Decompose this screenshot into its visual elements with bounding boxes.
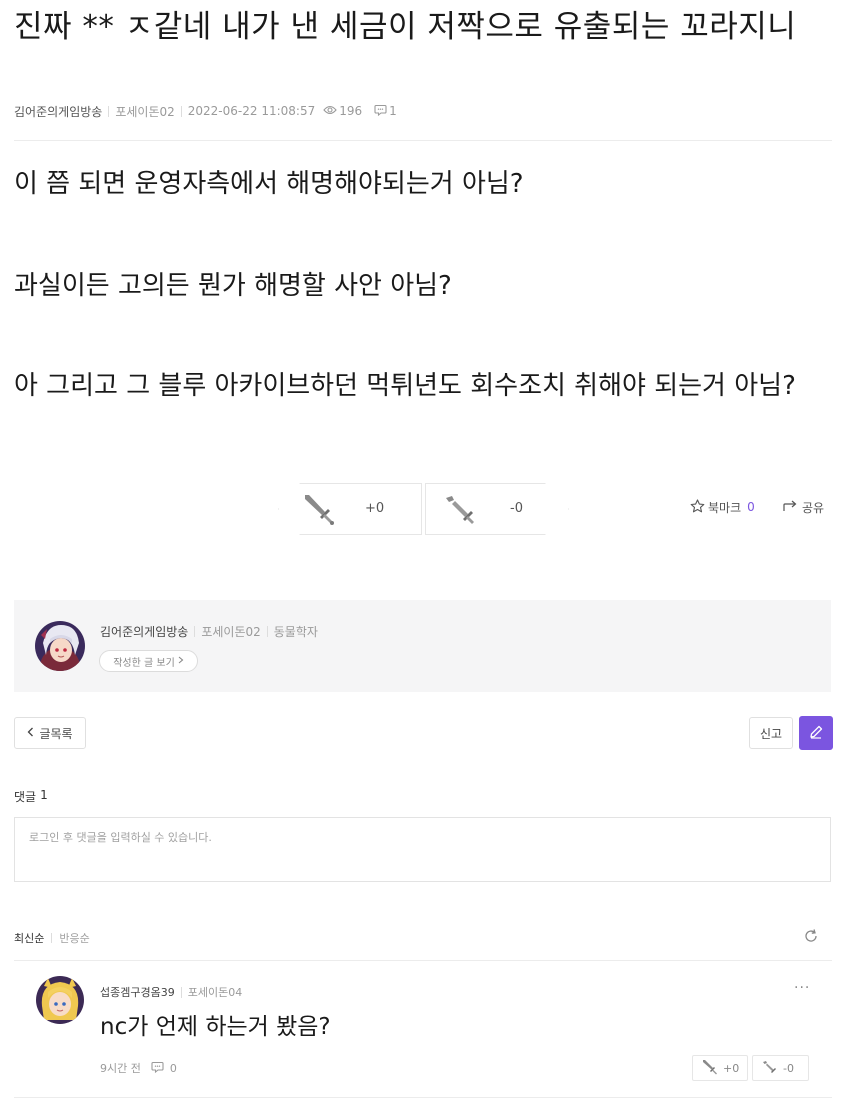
comment-upvote-button[interactable]: +0 <box>692 1055 748 1081</box>
sword-down-icon <box>761 1059 779 1078</box>
post-paragraph: 이 쯤 되면 운영자측에서 해명해야되는거 아님? <box>14 169 524 199</box>
sword-up-icon <box>701 1059 719 1078</box>
pencil-icon <box>808 724 824 743</box>
post-author[interactable]: 김어준의게임방송 <box>14 103 102 120</box>
chevron-right-icon <box>178 656 184 667</box>
post-datetime: 2022-06-22 11:08:57 <box>187 104 316 118</box>
eye-icon <box>323 104 337 118</box>
divider <box>108 105 110 117</box>
star-icon <box>690 498 705 516</box>
sort-reaction-tab[interactable]: 반응순 <box>59 930 89 946</box>
divider <box>14 140 832 141</box>
commenter-name[interactable]: 섭종겜구경옴39 <box>100 984 175 1000</box>
upvote-count: +0 <box>365 501 385 516</box>
author-card-info: 김어준의게임방송 포세이돈02 동물학자 <box>100 623 318 640</box>
share-label: 공유 <box>802 500 825 515</box>
upvote-button[interactable]: +0 <box>278 483 422 535</box>
commenter-info: 섭종겜구경옴39 포세이돈04 <box>100 984 242 1000</box>
comment-count: 1 <box>389 104 397 118</box>
sword-down-icon <box>442 492 478 530</box>
comments-heading: 댓글 1 <box>14 788 48 805</box>
divider <box>51 933 53 943</box>
downvote-count: -0 <box>510 501 523 516</box>
write-button[interactable] <box>799 716 833 750</box>
post-paragraph: 과실이든 고의든 뭔가 해명할 사안 아님? <box>14 271 452 301</box>
author-card-server: 포세이돈02 <box>201 625 261 639</box>
downvote-button[interactable]: -0 <box>425 483 569 535</box>
share-button[interactable]: 공유 <box>783 497 824 517</box>
more-icon[interactable]: ··· <box>794 980 810 996</box>
share-icon <box>783 499 799 515</box>
post-paragraph: 아 그리고 그 블루 아카이브하던 먹튀년도 회수조치 취해야 되는거 아님? <box>14 371 796 401</box>
author-card-job: 동물학자 <box>273 625 318 639</box>
divider <box>180 986 182 998</box>
divider <box>14 1097 832 1098</box>
author-avatar[interactable] <box>35 621 85 671</box>
post-list-label: 글목록 <box>39 726 73 741</box>
author-profile-card: 김어준의게임방송 포세이돈02 동물학자 작성한 글 보기 <box>14 600 831 692</box>
comment-input-box[interactable] <box>14 817 831 882</box>
sword-up-icon <box>301 492 337 530</box>
divider <box>14 960 832 961</box>
comment-meta: 9시간 전 0 <box>100 1060 177 1076</box>
comment-input[interactable] <box>29 831 809 844</box>
comment-sort: 최신순 반응순 <box>14 930 90 946</box>
reply-icon[interactable] <box>151 1061 164 1076</box>
comment-time: 9시간 전 <box>100 1062 141 1075</box>
comment-icon <box>374 104 387 119</box>
report-button[interactable]: 신고 <box>749 717 793 749</box>
bookmark-label: 북마크 <box>708 500 742 515</box>
divider <box>180 105 182 117</box>
refresh-icon[interactable] <box>803 928 819 948</box>
post-meta: 김어준의게임방송 포세이돈02 2022-06-22 11:08:57 196 … <box>14 101 397 121</box>
comment-downvote-button[interactable]: -0 <box>752 1055 809 1081</box>
bookmark-button[interactable]: 북마크 0 <box>690 497 755 517</box>
post-title: 진짜 ** ㅈ같네 내가 낸 세금이 저짝으로 유출되는 꼬라지니 <box>14 9 797 45</box>
comments-heading-label: 댓글 <box>14 790 37 804</box>
bookmark-count: 0 <box>747 500 755 514</box>
divider <box>266 626 268 637</box>
view-posts-label: 작성한 글 보기 <box>113 657 175 669</box>
comment-upvote-count: +0 <box>723 1061 740 1075</box>
comments-heading-count: 1 <box>40 788 48 802</box>
comment-text: nc가 언제 하는거 봤음? <box>100 1014 331 1040</box>
divider <box>194 626 196 637</box>
commenter-server: 포세이돈04 <box>187 986 243 999</box>
view-posts-button[interactable]: 작성한 글 보기 <box>99 650 198 672</box>
comment-downvote-count: -0 <box>783 1061 794 1075</box>
post-server: 포세이돈02 <box>115 104 175 119</box>
author-card-name[interactable]: 김어준의게임방송 <box>100 623 188 640</box>
commenter-avatar[interactable] <box>36 976 84 1024</box>
view-count: 196 <box>339 104 363 118</box>
report-label: 신고 <box>759 726 783 741</box>
sort-latest-tab[interactable]: 최신순 <box>14 930 44 946</box>
post-list-button[interactable]: 글목록 <box>14 717 86 749</box>
reply-count: 0 <box>169 1061 177 1075</box>
chevron-left-icon <box>27 726 34 740</box>
